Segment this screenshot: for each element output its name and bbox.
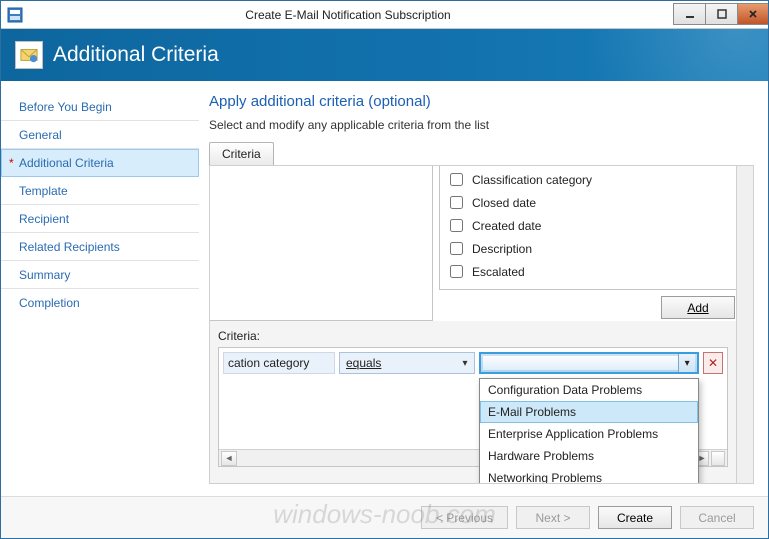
add-row: Add <box>439 290 737 321</box>
wizard-window: Create E-Mail Notification Subscription … <box>0 0 769 539</box>
criteria-row: cation category equals ▾ ▾ Configurat <box>221 350 725 376</box>
nav-completion[interactable]: Completion <box>1 289 199 317</box>
wizard-footer: < Previous Next > Create Cancel <box>1 496 768 538</box>
maximize-button[interactable] <box>705 3 737 25</box>
checkbox[interactable] <box>450 219 463 232</box>
criteria-tab[interactable]: Criteria <box>209 142 274 165</box>
selected-class-area[interactable] <box>209 165 433 321</box>
page-subheading: Select and modify any applicable criteri… <box>209 118 754 132</box>
dropdown-toggle[interactable]: ▾ <box>678 354 695 372</box>
minimize-button[interactable] <box>673 3 705 25</box>
checkbox[interactable] <box>450 173 463 186</box>
scroll-left-button[interactable]: ◄ <box>221 451 237 466</box>
prop-created-date[interactable]: Created date <box>440 214 736 237</box>
window-controls <box>673 3 769 25</box>
titlebar: Create E-Mail Notification Subscription <box>1 1 768 29</box>
window-icon <box>1 7 23 23</box>
checkbox[interactable] <box>450 196 463 209</box>
prop-escalated[interactable]: Escalated <box>440 260 736 283</box>
add-button[interactable]: Add <box>661 296 735 319</box>
operator-value: equals <box>346 356 381 370</box>
prop-classification-category[interactable]: Classification category <box>440 168 736 191</box>
criteria-tabbar: Criteria <box>209 142 754 165</box>
wizard-nav: Before You Begin General Additional Crit… <box>1 81 199 496</box>
wizard-header-title: Additional Criteria <box>53 43 219 67</box>
dropdown-option[interactable]: Enterprise Application Problems <box>480 423 698 445</box>
dropdown-option[interactable]: Configuration Data Problems <box>480 379 698 401</box>
chevron-down-icon: ▾ <box>685 358 690 369</box>
prop-description[interactable]: Description <box>440 237 736 260</box>
criteria-section-label: Criteria: <box>210 321 736 347</box>
dropdown-option[interactable]: Networking Problems <box>480 467 698 484</box>
value-dropdown[interactable]: Configuration Data Problems E-Mail Probl… <box>479 378 699 484</box>
panel-vscroll[interactable] <box>736 166 753 483</box>
nav-general[interactable]: General <box>1 121 199 149</box>
create-button[interactable]: Create <box>598 506 672 529</box>
criteria-rows: cation category equals ▾ ▾ Configurat <box>218 347 728 467</box>
chevron-down-icon: ▾ <box>458 358 472 369</box>
close-button[interactable] <box>737 3 769 25</box>
checkbox[interactable] <box>450 265 463 278</box>
wizard-header: Additional Criteria <box>1 29 768 81</box>
nav-recipient[interactable]: Recipient <box>1 205 199 233</box>
checkbox[interactable] <box>450 242 463 255</box>
criteria-picker: Classification category Closed date Crea… <box>210 166 736 321</box>
dropdown-option[interactable]: Hardware Problems <box>480 445 698 467</box>
previous-button[interactable]: < Previous <box>421 506 508 529</box>
nav-additional-criteria[interactable]: Additional Criteria <box>1 149 199 177</box>
criteria-operator-combo[interactable]: equals ▾ <box>339 352 475 374</box>
wizard-main: Apply additional criteria (optional) Sel… <box>199 81 768 496</box>
available-properties-list[interactable]: Classification category Closed date Crea… <box>439 165 737 290</box>
cancel-button[interactable]: Cancel <box>680 506 754 529</box>
wizard-body: Before You Begin General Additional Crit… <box>1 81 768 496</box>
dropdown-option[interactable]: E-Mail Problems <box>480 401 698 423</box>
nav-summary[interactable]: Summary <box>1 261 199 289</box>
prop-closed-date[interactable]: Closed date <box>440 191 736 214</box>
nav-before-you-begin[interactable]: Before You Begin <box>1 93 199 121</box>
nav-related-recipients[interactable]: Related Recipients <box>1 233 199 261</box>
window-title: Create E-Mail Notification Subscription <box>23 8 673 22</box>
wizard-header-icon <box>15 41 43 69</box>
page-heading: Apply additional criteria (optional) <box>209 93 754 110</box>
criteria-value-input[interactable] <box>485 354 678 372</box>
criteria-value-combo[interactable]: ▾ Configuration Data Problems E-Mail Pro… <box>479 352 699 374</box>
nav-template[interactable]: Template <box>1 177 199 205</box>
scroll-corner <box>711 451 725 466</box>
criteria-frame: Classification category Closed date Crea… <box>209 165 754 484</box>
next-button[interactable]: Next > <box>516 506 590 529</box>
criteria-field-name[interactable]: cation category <box>223 352 335 374</box>
remove-criteria-button[interactable]: ✕ <box>703 352 723 374</box>
